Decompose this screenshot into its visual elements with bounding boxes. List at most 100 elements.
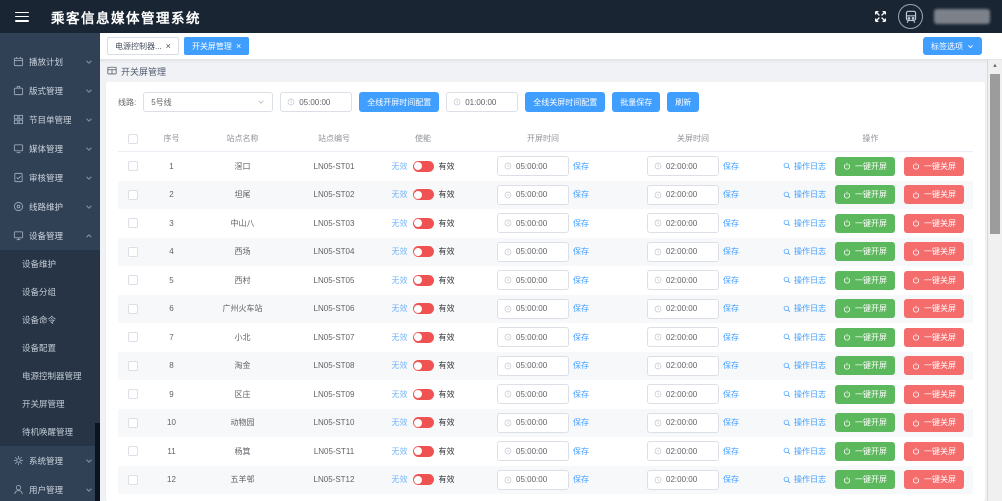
operation-log-link[interactable]: 操作日志 bbox=[783, 474, 826, 485]
open-time-input[interactable]: 05:00:00 bbox=[497, 470, 569, 490]
save-close-time-link[interactable]: 保存 bbox=[723, 246, 739, 257]
one-key-close-button[interactable]: 一键关屏 bbox=[904, 214, 964, 233]
one-key-close-button[interactable]: 一键关屏 bbox=[904, 299, 964, 318]
tab-inactive[interactable]: 电源控制器...× bbox=[107, 37, 179, 55]
enable-toggle[interactable] bbox=[413, 474, 434, 485]
close-icon[interactable]: × bbox=[166, 42, 171, 51]
sidebar-scrollbar[interactable] bbox=[95, 423, 100, 501]
one-key-close-button[interactable]: 一键关屏 bbox=[904, 470, 964, 489]
sidebar-item[interactable]: 节目单管理 bbox=[0, 105, 100, 134]
sidebar-item[interactable]: 系统管理 bbox=[0, 446, 100, 475]
all-close-time-input[interactable]: 01:00:00 bbox=[446, 92, 518, 112]
enable-toggle[interactable] bbox=[413, 218, 434, 229]
all-line-open-config-button[interactable]: 全线开屏时间配置 bbox=[359, 92, 439, 112]
enable-toggle[interactable] bbox=[413, 446, 434, 457]
save-open-time-link[interactable]: 保存 bbox=[573, 332, 589, 343]
all-line-close-config-button[interactable]: 全线关屏时间配置 bbox=[525, 92, 605, 112]
enable-toggle[interactable] bbox=[413, 189, 434, 200]
enable-toggle[interactable] bbox=[413, 161, 434, 172]
open-time-input[interactable]: 05:00:00 bbox=[497, 384, 569, 404]
save-open-time-link[interactable]: 保存 bbox=[573, 446, 589, 457]
sidebar-item[interactable]: 设备管理 bbox=[0, 221, 100, 250]
scroll-up-arrow-icon[interactable]: ▲ bbox=[988, 60, 1002, 69]
close-time-input[interactable]: 02:00:00 bbox=[647, 213, 719, 233]
close-time-input[interactable]: 02:00:00 bbox=[647, 356, 719, 376]
row-checkbox[interactable] bbox=[128, 161, 138, 171]
row-checkbox[interactable] bbox=[128, 218, 138, 228]
save-close-time-link[interactable]: 保存 bbox=[723, 360, 739, 371]
fullscreen-icon[interactable] bbox=[874, 10, 887, 23]
row-checkbox[interactable] bbox=[128, 418, 138, 428]
open-time-input[interactable]: 05:00:00 bbox=[497, 242, 569, 262]
sidebar-subitem[interactable]: 设备命令 bbox=[0, 306, 100, 334]
one-key-open-button[interactable]: 一键开屏 bbox=[835, 413, 895, 432]
enable-toggle[interactable] bbox=[413, 246, 434, 257]
sidebar-item[interactable]: 版式管理 bbox=[0, 76, 100, 105]
save-open-time-link[interactable]: 保存 bbox=[573, 474, 589, 485]
enable-toggle[interactable] bbox=[413, 275, 434, 286]
sidebar-item[interactable]: 媒体管理 bbox=[0, 134, 100, 163]
operation-log-link[interactable]: 操作日志 bbox=[783, 417, 826, 428]
save-open-time-link[interactable]: 保存 bbox=[573, 161, 589, 172]
one-key-open-button[interactable]: 一键开屏 bbox=[835, 185, 895, 204]
enable-toggle[interactable] bbox=[413, 332, 434, 343]
row-checkbox[interactable] bbox=[128, 190, 138, 200]
tag-options-button[interactable]: 标签选项 bbox=[923, 37, 982, 55]
all-open-time-input[interactable]: 05:00:00 bbox=[280, 92, 352, 112]
enable-toggle[interactable] bbox=[413, 389, 434, 400]
enable-toggle[interactable] bbox=[413, 417, 434, 428]
row-checkbox[interactable] bbox=[128, 446, 138, 456]
save-close-time-link[interactable]: 保存 bbox=[723, 303, 739, 314]
save-close-time-link[interactable]: 保存 bbox=[723, 389, 739, 400]
sidebar-subitem[interactable]: 设备维护 bbox=[0, 250, 100, 278]
one-key-close-button[interactable]: 一键关屏 bbox=[904, 356, 964, 375]
operation-log-link[interactable]: 操作日志 bbox=[783, 246, 826, 257]
close-time-input[interactable]: 02:00:00 bbox=[647, 327, 719, 347]
open-time-input[interactable]: 05:00:00 bbox=[497, 185, 569, 205]
select-all-checkbox[interactable] bbox=[128, 134, 138, 144]
refresh-button[interactable]: 刷新 bbox=[667, 92, 699, 112]
one-key-open-button[interactable]: 一键开屏 bbox=[835, 299, 895, 318]
one-key-open-button[interactable]: 一键开屏 bbox=[835, 470, 895, 489]
one-key-open-button[interactable]: 一键开屏 bbox=[835, 442, 895, 461]
operation-log-link[interactable]: 操作日志 bbox=[783, 360, 826, 371]
open-time-input[interactable]: 05:00:00 bbox=[497, 213, 569, 233]
operation-log-link[interactable]: 操作日志 bbox=[783, 189, 826, 200]
one-key-open-button[interactable]: 一键开屏 bbox=[835, 271, 895, 290]
main-scrollbar[interactable]: ▲ bbox=[987, 60, 1002, 501]
one-key-open-button[interactable]: 一键开屏 bbox=[835, 385, 895, 404]
open-time-input[interactable]: 05:00:00 bbox=[497, 270, 569, 290]
operation-log-link[interactable]: 操作日志 bbox=[783, 446, 826, 457]
operation-log-link[interactable]: 操作日志 bbox=[783, 303, 826, 314]
save-close-time-link[interactable]: 保存 bbox=[723, 417, 739, 428]
one-key-open-button[interactable]: 一键开屏 bbox=[835, 328, 895, 347]
operation-log-link[interactable]: 操作日志 bbox=[783, 275, 826, 286]
save-open-time-link[interactable]: 保存 bbox=[573, 246, 589, 257]
one-key-open-button[interactable]: 一键开屏 bbox=[835, 242, 895, 261]
sidebar-subitem[interactable]: 待机唤醒管理 bbox=[0, 418, 100, 446]
one-key-open-button[interactable]: 一键开屏 bbox=[835, 214, 895, 233]
scrollbar-thumb[interactable] bbox=[990, 74, 1000, 234]
close-time-input[interactable]: 02:00:00 bbox=[647, 470, 719, 490]
save-open-time-link[interactable]: 保存 bbox=[573, 218, 589, 229]
tab-active[interactable]: 开关屏管理× bbox=[184, 37, 249, 55]
open-time-input[interactable]: 05:00:00 bbox=[497, 413, 569, 433]
save-open-time-link[interactable]: 保存 bbox=[573, 360, 589, 371]
operation-log-link[interactable]: 操作日志 bbox=[783, 218, 826, 229]
save-close-time-link[interactable]: 保存 bbox=[723, 474, 739, 485]
close-time-input[interactable]: 02:00:00 bbox=[647, 441, 719, 461]
close-time-input[interactable]: 02:00:00 bbox=[647, 384, 719, 404]
save-open-time-link[interactable]: 保存 bbox=[573, 417, 589, 428]
save-open-time-link[interactable]: 保存 bbox=[573, 303, 589, 314]
row-checkbox[interactable] bbox=[128, 389, 138, 399]
save-close-time-link[interactable]: 保存 bbox=[723, 218, 739, 229]
sidebar-subitem[interactable]: 开关屏管理 bbox=[0, 390, 100, 418]
row-checkbox[interactable] bbox=[128, 247, 138, 257]
operation-log-link[interactable]: 操作日志 bbox=[783, 332, 826, 343]
close-time-input[interactable]: 02:00:00 bbox=[647, 413, 719, 433]
row-checkbox[interactable] bbox=[128, 361, 138, 371]
one-key-close-button[interactable]: 一键关屏 bbox=[904, 242, 964, 261]
close-time-input[interactable]: 02:00:00 bbox=[647, 299, 719, 319]
open-time-input[interactable]: 05:00:00 bbox=[497, 156, 569, 176]
one-key-open-button[interactable]: 一键开屏 bbox=[835, 157, 895, 176]
